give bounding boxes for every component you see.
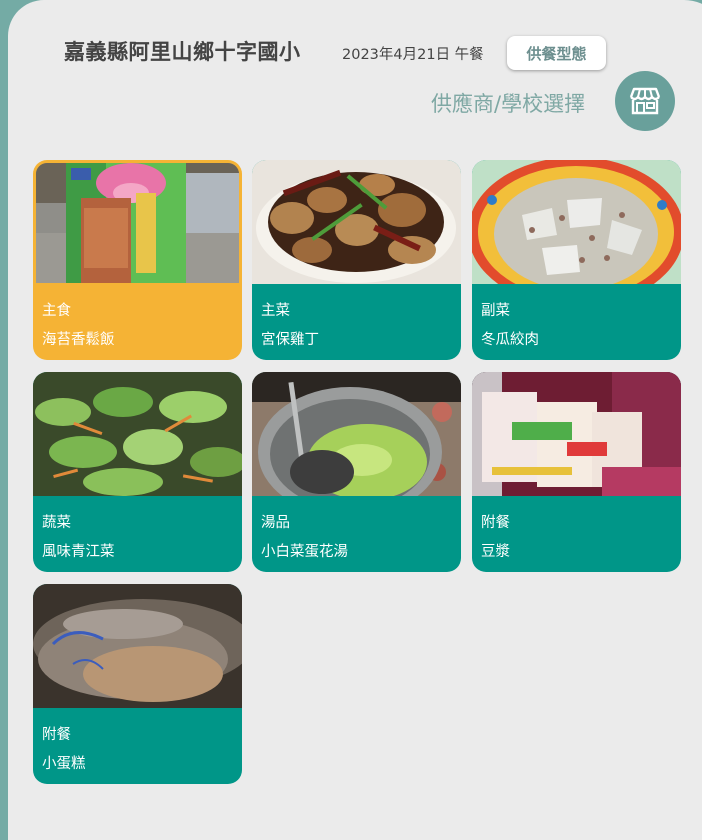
dish-card-soup[interactable]: 湯品 小白菜蛋花湯: [252, 372, 461, 572]
dish-card-staple[interactable]: 主食 海苔香鬆飯: [33, 160, 242, 360]
dish-card-vegetable[interactable]: 蔬菜 風味青江菜: [33, 372, 242, 572]
dish-photo: [36, 163, 239, 283]
dish-card-extra-cake[interactable]: 附餐 小蛋糕: [33, 584, 242, 784]
dish-name: 海苔香鬆飯: [42, 332, 115, 348]
dish-name: 小蛋糕: [42, 756, 86, 772]
dish-category: 副菜: [481, 303, 510, 319]
dish-photo: [472, 160, 681, 284]
dish-category: 湯品: [261, 515, 290, 531]
date-meal: 2023年4月21日 午餐: [342, 47, 484, 63]
store-button[interactable]: [615, 71, 675, 131]
dish-name: 冬瓜絞肉: [481, 332, 539, 348]
dish-name: 豆漿: [481, 544, 510, 560]
dish-photo: [472, 372, 681, 496]
school-name: 嘉義縣阿里山鄉十字國小: [64, 40, 301, 64]
dish-name: 風味青江菜: [42, 544, 115, 560]
dish-category: 蔬菜: [42, 515, 71, 531]
dish-name: 宮保雞丁: [261, 332, 319, 348]
dish-category: 附餐: [481, 515, 510, 531]
dish-card-extra-soymilk[interactable]: 附餐 豆漿: [472, 372, 681, 572]
store-icon: [629, 87, 661, 115]
dish-photo: [33, 584, 242, 708]
supplier-school-select-link[interactable]: 供應商/學校選擇: [431, 88, 585, 118]
dish-photo: [252, 160, 461, 284]
meal-type-button[interactable]: 供餐型態: [507, 36, 606, 70]
dish-photo: [252, 372, 461, 496]
dish-category: 附餐: [42, 727, 71, 743]
dish-card-side[interactable]: 副菜 冬瓜絞肉: [472, 160, 681, 360]
dish-name: 小白菜蛋花湯: [261, 544, 348, 560]
dish-category: 主食: [42, 303, 71, 319]
dish-category: 主菜: [261, 303, 290, 319]
dish-photo: [33, 372, 242, 496]
dish-card-main[interactable]: 主菜 宮保雞丁: [252, 160, 461, 360]
